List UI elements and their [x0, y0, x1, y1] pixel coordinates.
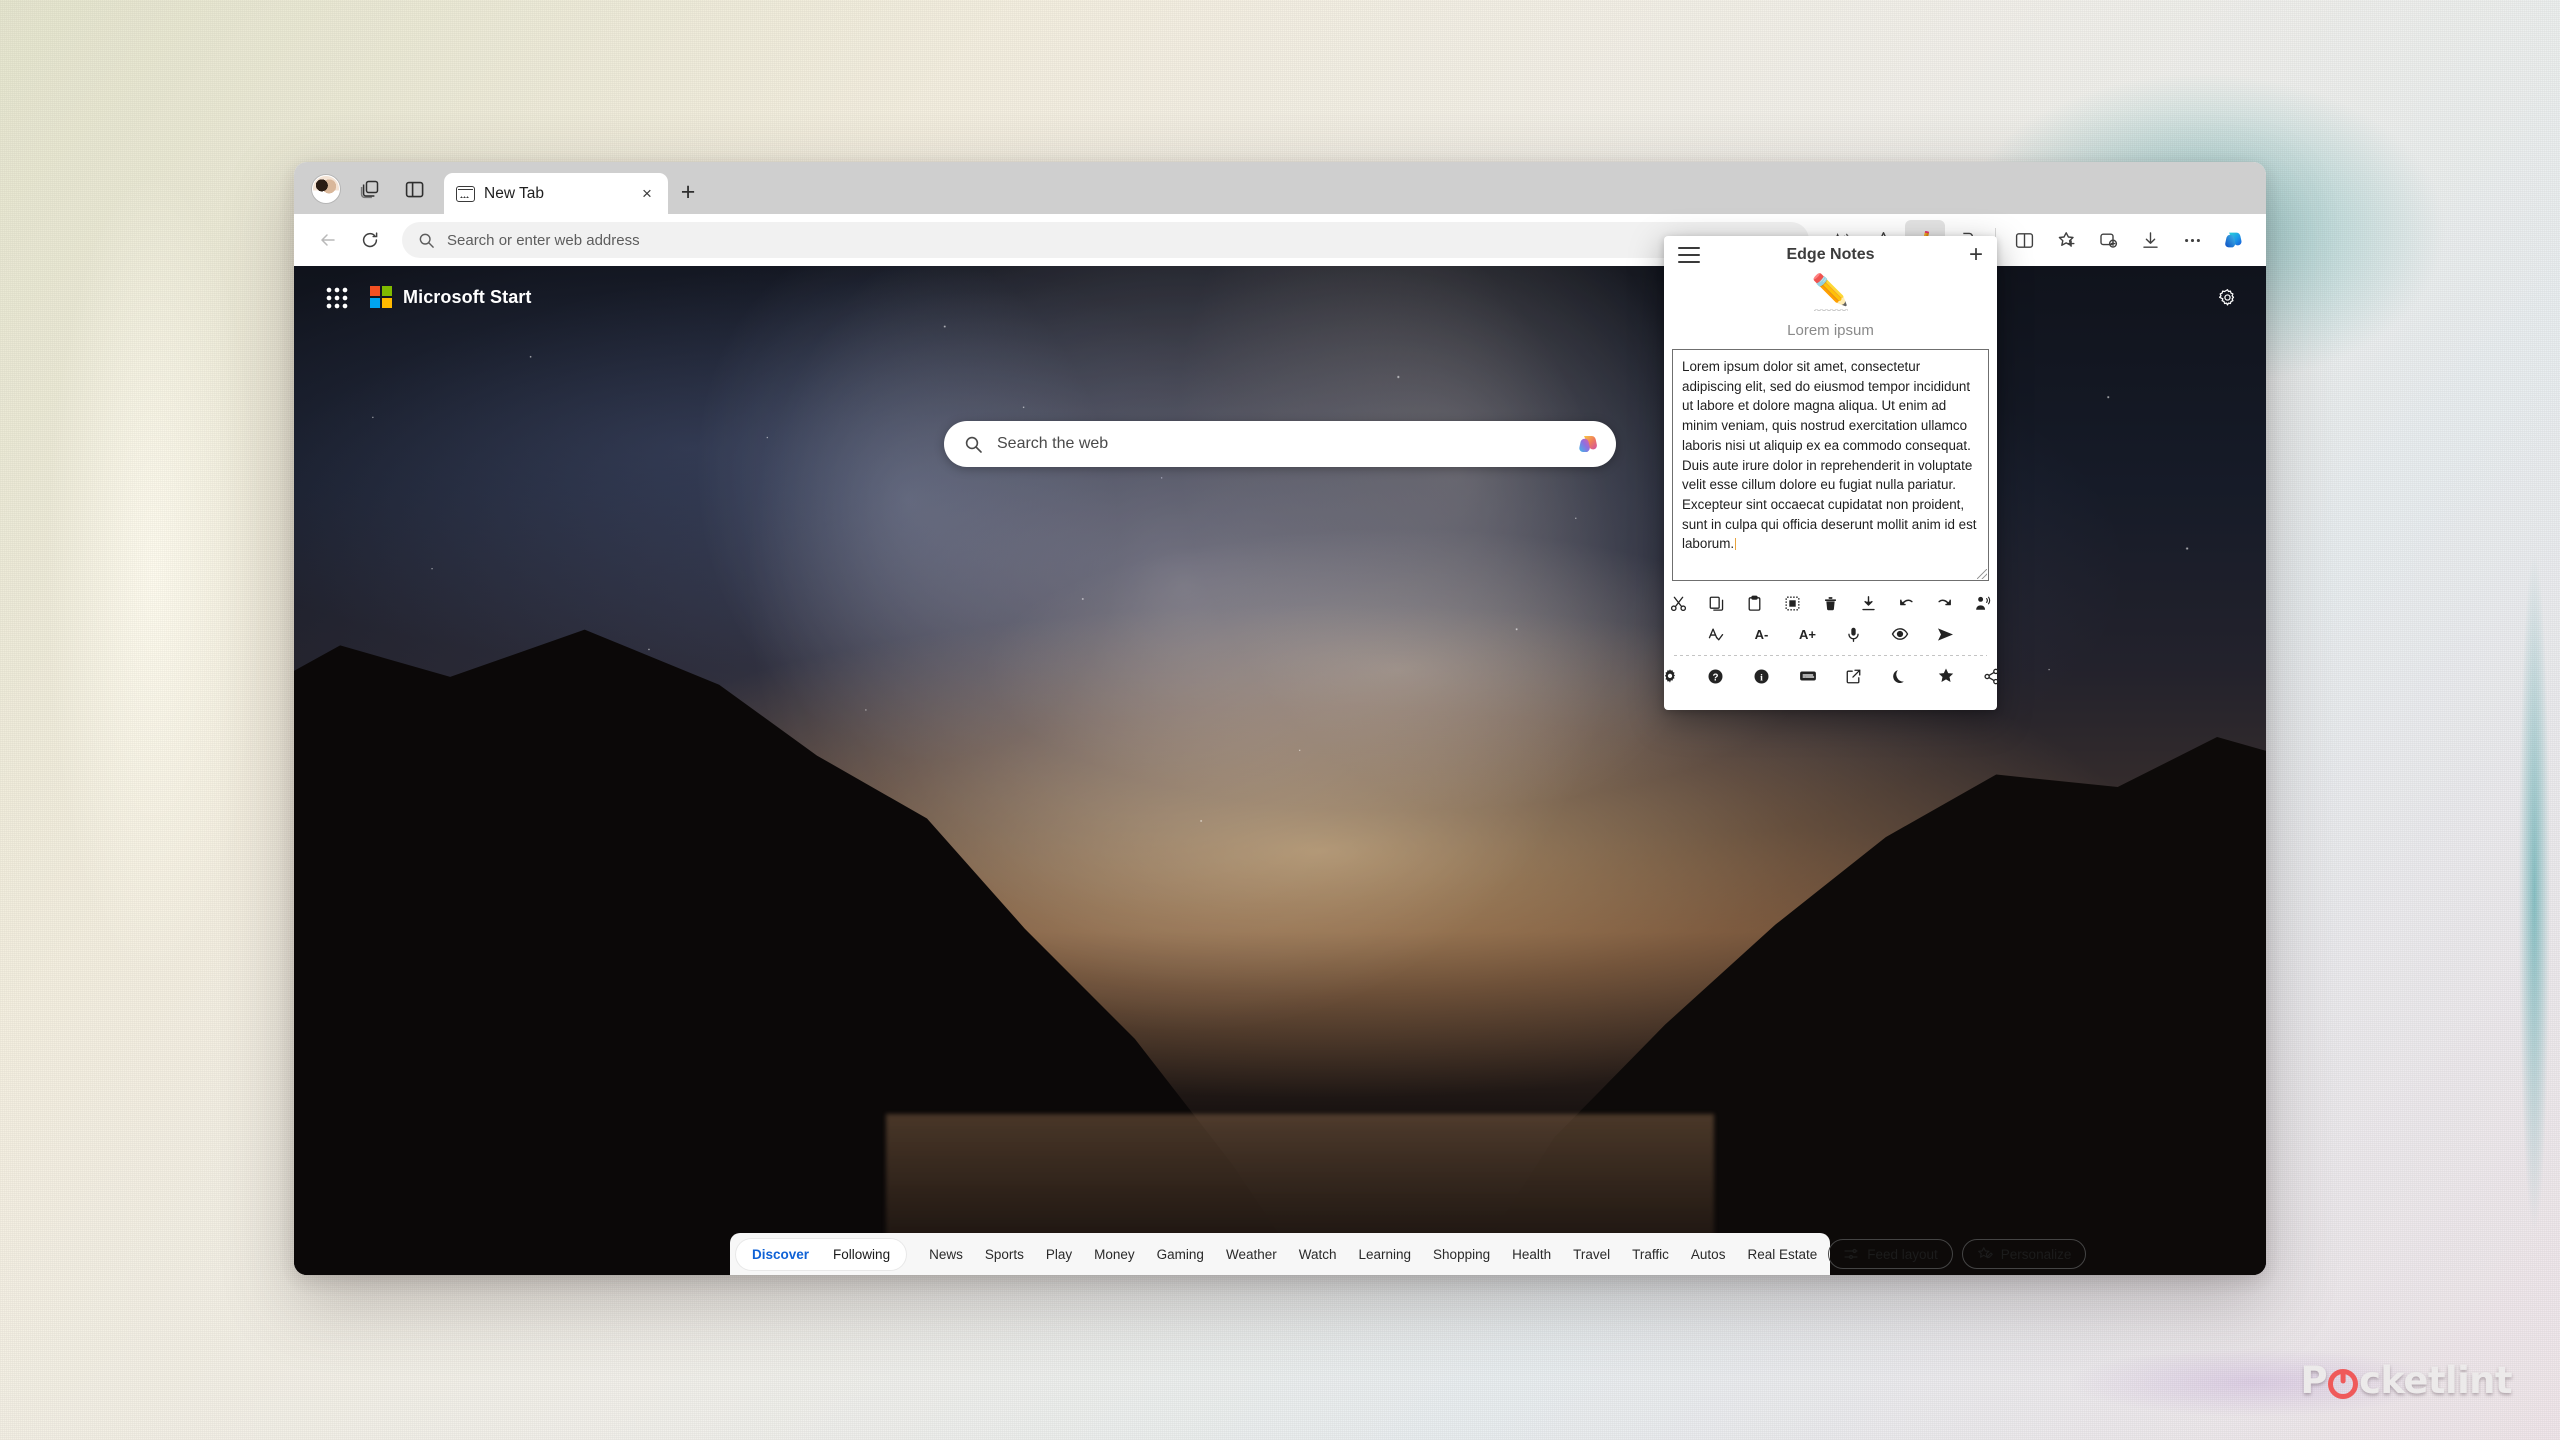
read-aloud-icon[interactable] [1968, 590, 1998, 616]
feed-link-money[interactable]: Money [1083, 1242, 1146, 1267]
close-tab-button[interactable]: × [635, 182, 659, 206]
send-icon[interactable] [1931, 621, 1961, 647]
collections-icon[interactable] [2046, 220, 2086, 260]
feed-pill-group: Discover Following [736, 1238, 907, 1270]
feed-layout-button[interactable]: Feed layout [1828, 1239, 1953, 1269]
feed-link-learning[interactable]: Learning [1348, 1242, 1423, 1267]
profile-avatar[interactable] [304, 167, 348, 211]
tab-strip: New Tab × + [294, 162, 2266, 214]
pocketlint-watermark: P cketlint [2300, 1359, 2513, 1402]
notes-toolbars: A- A+ ? i [1664, 581, 1999, 689]
feed-link-shopping[interactable]: Shopping [1422, 1242, 1501, 1267]
feed-link-sports[interactable]: Sports [974, 1242, 1035, 1267]
feed-action-buttons: Feed layout Personalize [1828, 1239, 2087, 1269]
keyboard-icon[interactable] [1793, 663, 1823, 689]
web-search-box[interactable]: Search the web [944, 421, 1616, 467]
notes-toolbar-row-2: A- A+ [1664, 616, 1997, 647]
note-name: Lorem ipsum [1787, 322, 1874, 339]
new-tab-favicon-icon [456, 185, 475, 202]
search-icon [419, 233, 434, 248]
notes-panel-title: Edge Notes [1786, 246, 1875, 263]
preview-eye-icon[interactable] [1885, 621, 1915, 647]
copy-icon[interactable] [1702, 590, 1732, 616]
note-emoji-icon: ✏️ [1811, 274, 1850, 307]
personalize-button[interactable]: Personalize [1961, 1239, 2087, 1269]
feed-navigation-bar: Discover Following News Sports Play Mone… [730, 1233, 2087, 1275]
watermark-text-before: P [2300, 1359, 2328, 1402]
paste-icon[interactable] [1740, 590, 1770, 616]
note-text: Lorem ipsum dolor sit amet, consectetur … [1682, 357, 1979, 554]
increase-font-label: A+ [1799, 626, 1816, 642]
feed-link-play[interactable]: Play [1035, 1242, 1083, 1267]
tab-title: New Tab [484, 184, 545, 202]
note-textarea[interactable]: Lorem ipsum dolor sit amet, consectetur … [1672, 349, 1989, 581]
back-icon[interactable] [308, 220, 348, 260]
copilot-logo-icon[interactable] [1576, 431, 1602, 457]
save-download-icon[interactable] [1854, 590, 1884, 616]
more-options-icon[interactable] [2172, 220, 2212, 260]
sliders-icon [1844, 1248, 1858, 1260]
cut-icon[interactable] [1664, 590, 1694, 616]
star-pencil-icon [1977, 1247, 1993, 1259]
settings-gear-icon[interactable] [1655, 663, 1685, 689]
feed-tab-following[interactable]: Following [822, 1242, 901, 1267]
desktop-wallpaper: New Tab × + Search or enter web address … [0, 0, 2560, 1440]
sidebar-toggle-icon[interactable] [392, 167, 436, 211]
spellcheck-icon[interactable] [1701, 621, 1731, 647]
notes-header: Edge Notes + [1664, 236, 1997, 274]
add-note-button[interactable]: + [1969, 243, 1983, 267]
feed-link-news[interactable]: News [918, 1242, 974, 1267]
split-screen-icon[interactable] [2004, 220, 2044, 260]
dictate-microphone-icon[interactable] [1839, 621, 1869, 647]
feed-link-traffic[interactable]: Traffic [1621, 1242, 1680, 1267]
feed-link-autos[interactable]: Autos [1680, 1242, 1737, 1267]
new-tab-button[interactable]: + [668, 172, 708, 212]
refresh-icon[interactable] [350, 220, 390, 260]
svg-text:?: ? [1713, 672, 1719, 683]
copilot-logo-icon[interactable] [2214, 220, 2254, 260]
feed-layout-label: Feed layout [1867, 1246, 1938, 1262]
select-all-icon[interactable] [1778, 590, 1808, 616]
address-bar-placeholder: Search or enter web address [447, 231, 640, 249]
help-icon[interactable]: ? [1701, 663, 1731, 689]
decrease-font-label: A- [1754, 626, 1769, 642]
watermark-text-after: cketlint [2359, 1359, 2513, 1402]
note-underline-squiggle [1813, 308, 1848, 313]
notes-toolbar-row-1 [1664, 590, 1997, 616]
share-icon[interactable] [1977, 663, 2007, 689]
redo-icon[interactable] [1930, 590, 1960, 616]
tab-actions-icon[interactable] [348, 167, 392, 211]
feed-tab-discover[interactable]: Discover [741, 1242, 820, 1267]
feed-link-real-estate[interactable]: Real Estate [1736, 1242, 1828, 1267]
avatar-image [312, 175, 340, 203]
delete-icon[interactable] [1816, 590, 1846, 616]
feed-link-travel[interactable]: Travel [1562, 1242, 1621, 1267]
downloads-icon[interactable] [2130, 220, 2170, 260]
feed-link-gaming[interactable]: Gaming [1146, 1242, 1215, 1267]
browser-tab[interactable]: New Tab × [444, 173, 668, 214]
undo-icon[interactable] [1892, 590, 1922, 616]
personalize-label: Personalize [2000, 1246, 2072, 1262]
toolbar-divider [1674, 655, 1987, 656]
power-button-icon [2328, 1366, 2359, 1399]
search-icon [965, 436, 982, 453]
browser-essentials-icon[interactable] [2088, 220, 2128, 260]
favorite-star-icon[interactable] [1931, 663, 1961, 689]
feed-link-weather[interactable]: Weather [1215, 1242, 1288, 1267]
search-input-placeholder: Search the web [997, 435, 1109, 452]
svg-text:i: i [1760, 672, 1763, 683]
hamburger-menu-icon[interactable] [1678, 247, 1700, 263]
edge-notes-panel: Edge Notes + ✏️ Lorem ipsum Lorem ipsum … [1664, 236, 1999, 710]
feed-link-health[interactable]: Health [1501, 1242, 1562, 1267]
info-icon[interactable]: i [1747, 663, 1777, 689]
resize-grip-handle[interactable] [1977, 569, 1987, 579]
notes-toolbar-row-3: ? i [1664, 663, 1999, 689]
feed-link-watch[interactable]: Watch [1288, 1242, 1348, 1267]
dark-mode-moon-icon[interactable] [1885, 663, 1915, 689]
increase-font-icon[interactable]: A+ [1793, 621, 1823, 647]
decrease-font-icon[interactable]: A- [1747, 621, 1777, 647]
open-in-new-window-icon[interactable] [1839, 663, 1869, 689]
address-bar[interactable]: Search or enter web address [402, 222, 1809, 258]
